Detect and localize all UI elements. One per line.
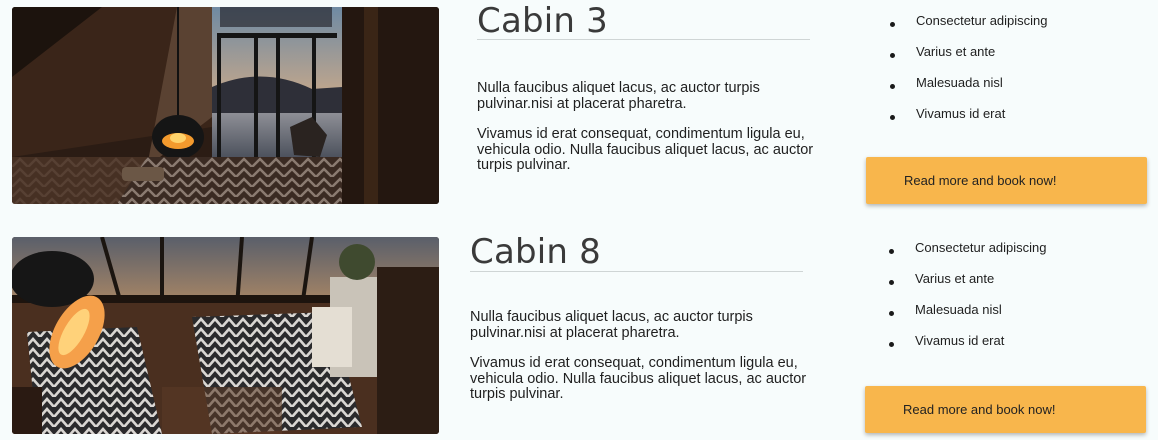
feature-item: Vivamus id erat xyxy=(888,106,1048,137)
cabin-card: Cabin 3 Nulla faucibus aliquet lacus, ac… xyxy=(0,1,1158,206)
bullet-icon xyxy=(890,22,895,27)
feature-label: Consectetur adipiscing xyxy=(915,240,1047,255)
bullet-icon xyxy=(890,115,895,120)
cabin-photo[interactable] xyxy=(12,7,439,204)
title-divider xyxy=(477,39,810,40)
feature-item: Varius et ante xyxy=(887,271,1047,302)
feature-item: Varius et ante xyxy=(888,44,1048,75)
feature-list: Consectetur adipiscing Varius et ante Ma… xyxy=(887,240,1047,364)
bullet-icon xyxy=(889,342,894,347)
feature-item: Malesuada nisl xyxy=(888,75,1048,106)
read-more-book-button[interactable]: Read more and book now! xyxy=(866,157,1147,204)
cabin-description: Nulla faucibus aliquet lacus, ac auctor … xyxy=(470,309,753,341)
feature-label: Malesuada nisl xyxy=(916,75,1003,90)
feature-label: Varius et ante xyxy=(915,271,995,286)
cabin-description: Vivamus id erat consequat, condimentum l… xyxy=(477,126,814,173)
feature-item: Consectetur adipiscing xyxy=(887,240,1047,271)
feature-label: Vivamus id erat xyxy=(916,106,1006,121)
feature-list: Consectetur adipiscing Varius et ante Ma… xyxy=(888,13,1048,137)
feature-label: Varius et ante xyxy=(916,44,996,59)
read-more-book-button[interactable]: Read more and book now! xyxy=(865,386,1146,433)
bullet-icon xyxy=(889,249,894,254)
cabin-title: Cabin 8 xyxy=(470,232,601,272)
feature-label: Consectetur adipiscing xyxy=(916,13,1048,28)
title-divider xyxy=(470,271,803,272)
bullet-icon xyxy=(890,84,895,89)
feature-item: Vivamus id erat xyxy=(887,333,1047,364)
bullet-icon xyxy=(889,280,894,285)
cabin-description: Nulla faucibus aliquet lacus, ac auctor … xyxy=(477,80,760,112)
cabin-photo[interactable] xyxy=(12,237,439,434)
bullet-icon xyxy=(890,53,895,58)
feature-label: Vivamus id erat xyxy=(915,333,1005,348)
cabin-title: Cabin 3 xyxy=(477,1,608,41)
feature-item: Malesuada nisl xyxy=(887,302,1047,333)
bullet-icon xyxy=(889,311,894,316)
feature-label: Malesuada nisl xyxy=(915,302,1002,317)
cabin-card: Cabin 8 Nulla faucibus aliquet lacus, ac… xyxy=(0,232,1158,436)
cabin-description: Vivamus id erat consequat, condimentum l… xyxy=(470,355,807,402)
feature-item: Consectetur adipiscing xyxy=(888,13,1048,44)
